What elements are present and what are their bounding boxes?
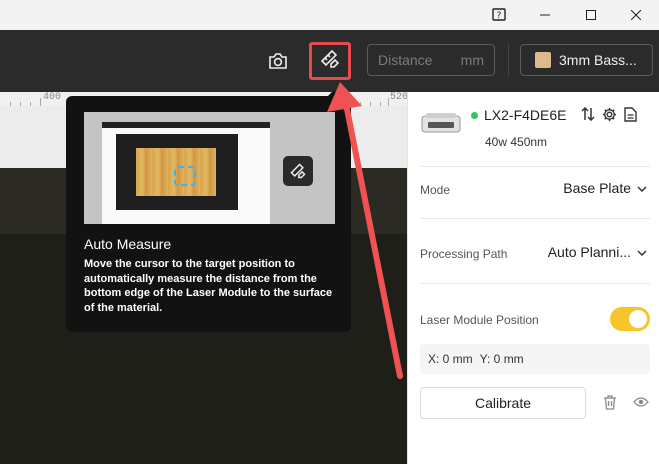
distance-input[interactable]: Distance mm [367, 44, 495, 76]
document-icon[interactable] [624, 107, 637, 127]
calibrate-label: Calibrate [474, 395, 532, 411]
processing-path-value: Auto Planni... [547, 244, 631, 260]
chevron-down-icon [637, 244, 647, 260]
maximize-icon[interactable] [568, 0, 614, 30]
svg-text:?: ? [497, 11, 502, 21]
laser-position-label: Laser Module Position [420, 313, 539, 327]
help-icon[interactable]: ? [476, 0, 522, 30]
distance-unit: mm [460, 52, 484, 68]
mode-value: Base Plate [563, 180, 631, 196]
trash-icon[interactable] [603, 395, 617, 415]
preview-window [102, 122, 270, 224]
minimize-icon[interactable] [522, 0, 568, 30]
eye-icon[interactable] [633, 395, 649, 413]
ruler-label: 520 [390, 92, 407, 103]
close-icon[interactable] [613, 0, 659, 30]
processing-path-label: Processing Path [420, 247, 508, 261]
ruler-pencil-icon [319, 48, 341, 75]
panel-divider [420, 166, 650, 167]
tooltip-description: Move the cursor to the target position t… [84, 258, 333, 314]
mode-label: Mode [420, 183, 451, 197]
gear-icon[interactable] [602, 107, 617, 127]
device-actions [581, 106, 637, 127]
material-swatch [535, 52, 551, 68]
ruler-pencil-icon [283, 156, 313, 186]
coord-y: Y: 0 mm [479, 352, 524, 366]
camera-icon[interactable] [263, 47, 293, 75]
laser-position-toggle[interactable] [610, 307, 650, 331]
calibrate-button[interactable]: Calibrate [420, 387, 586, 419]
material-select-button[interactable]: 3mm Bass... [520, 44, 653, 76]
panel-divider [420, 283, 650, 284]
tooltip-title: Auto Measure [84, 236, 172, 252]
panel-divider [420, 218, 650, 219]
swap-icon[interactable] [581, 106, 595, 127]
device-panel: LX2-F4DE6E 40w 450nm Mode Base Plate Pro… [407, 92, 659, 464]
distance-placeholder: Distance [378, 52, 433, 68]
device-thumbnail [421, 113, 461, 133]
ruler-label: 400 [43, 92, 62, 103]
device-spec: 40w 450nm [485, 135, 548, 149]
auto-measure-button[interactable] [309, 42, 351, 80]
tooltip-preview-image [84, 112, 335, 224]
processing-path-select[interactable]: Auto Planni... [548, 244, 647, 260]
title-bar: ? [0, 0, 659, 30]
coordinates-readout: X: 0 mm Y: 0 mm [420, 344, 650, 374]
status-dot [471, 112, 478, 119]
toolbar: Distance mm 3mm Bass... [0, 30, 659, 92]
device-row: LX2-F4DE6E 40w 450nm [408, 92, 659, 158]
material-label: 3mm Bass... [559, 52, 637, 68]
mode-select[interactable]: Base Plate [563, 180, 647, 196]
toolbar-divider [508, 44, 509, 76]
device-name: LX2-F4DE6E [484, 107, 567, 123]
coord-x: X: 0 mm [428, 352, 473, 366]
chevron-down-icon [637, 180, 647, 196]
